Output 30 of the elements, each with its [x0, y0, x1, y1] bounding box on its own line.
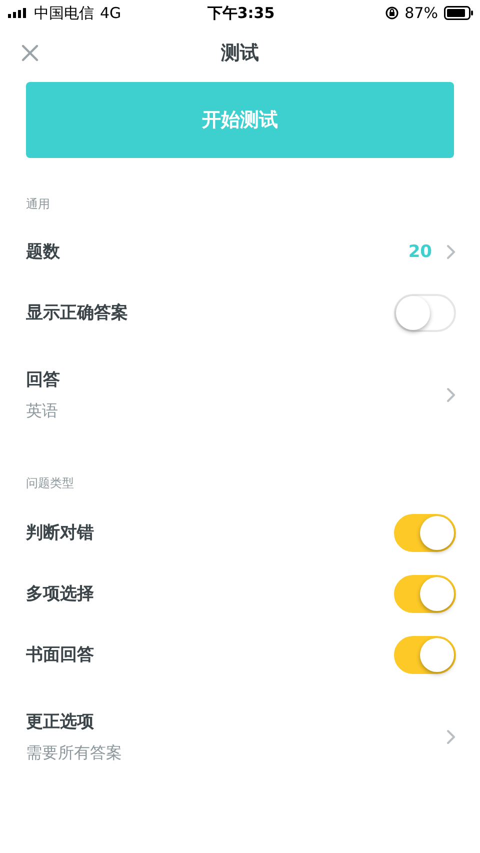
setting-label: 题数 — [26, 241, 60, 263]
toggle-switch[interactable] — [394, 574, 456, 612]
setting-value: 20 — [408, 242, 432, 262]
section-header: 问题类型 — [26, 475, 75, 492]
rotation-lock-icon — [384, 6, 399, 20]
network-type: 4G — [100, 4, 122, 22]
signal-icon — [8, 8, 28, 18]
setting-label: 判断对错 — [26, 522, 94, 544]
chevron-right-icon — [446, 729, 456, 745]
setting-subtitle: 需要所有答案 — [26, 743, 122, 764]
toggle-switch[interactable] — [394, 514, 456, 552]
start-test-button[interactable]: 开始测试 — [26, 82, 454, 158]
setting-label: 多项选择 — [26, 583, 94, 605]
section-header: 通用 — [26, 196, 51, 213]
setting-label: 回答 — [26, 369, 60, 391]
setting-label: 更正选项 — [26, 711, 95, 733]
close-icon — [21, 44, 39, 62]
battery-percent: 87% — [404, 4, 438, 22]
setting-label: 显示正确答案 — [26, 302, 128, 324]
toggle-switch[interactable] — [394, 636, 456, 674]
toggle-switch[interactable] — [394, 294, 456, 332]
carrier-name: 中国电信 — [34, 4, 94, 22]
close-button[interactable] — [20, 43, 40, 63]
setting-subtitle: 英语 — [26, 401, 59, 422]
setting-label: 书面回答 — [26, 644, 94, 666]
battery-icon — [444, 6, 474, 20]
clock-time: 下午3:35 — [207, 4, 275, 22]
chevron-right-icon — [446, 244, 456, 260]
chevron-right-icon — [446, 387, 456, 403]
screen-title: 测试 — [221, 41, 259, 66]
